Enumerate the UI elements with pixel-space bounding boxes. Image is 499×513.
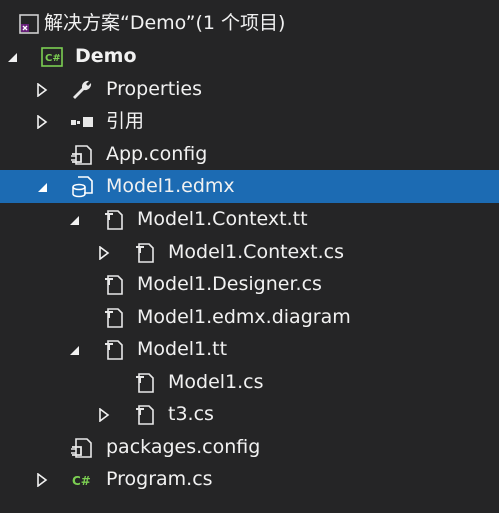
tree-item-label: 引用 [106,110,145,132]
config-file-icon [70,143,94,167]
template-file-icon [102,306,126,330]
expanded-arrow-icon[interactable] [66,342,82,358]
tree-item-model1-context-cs[interactable]: Model1.Context.cs [0,236,499,269]
edmx-file-icon [70,175,94,199]
tree-item-program-cs[interactable]: C# Program.cs [0,463,499,496]
tree-item-label: Model1.Designer.cs [137,273,322,295]
config-file-icon [70,436,94,460]
collapsed-arrow-icon[interactable] [34,114,50,130]
expanded-arrow-icon[interactable] [4,49,20,65]
tree-item-label: Program.cs [106,468,213,490]
tree-item-packages-config[interactable]: packages.config [0,431,499,464]
tree-item-label: Properties [106,78,203,100]
expanded-arrow-icon[interactable] [34,179,50,195]
tree-item-t3-cs[interactable]: t3.cs [0,398,499,431]
tree-item-label: Model1.edmx.diagram [137,306,351,328]
solution-explorer-tree: 解决方案“Demo”(1 个项目) C# Demo Properties 引用 … [0,0,499,513]
svg-text:C#: C# [45,53,61,64]
template-file-icon [133,241,157,265]
collapsed-arrow-icon[interactable] [34,472,50,488]
project-label: Demo [75,45,137,67]
tree-item-app-config[interactable]: App.config [0,138,499,171]
tree-item-label: Model1.Context.cs [168,241,344,263]
tree-item-label: Model1.tt [137,338,228,360]
tree-item-label: Model1.cs [168,371,264,393]
template-file-icon [133,371,157,395]
tree-item-model1-tt[interactable]: Model1.tt [0,333,499,366]
collapsed-arrow-icon[interactable] [96,245,112,261]
csharp-file-icon: C# [70,468,94,492]
tree-item-model1-cs[interactable]: Model1.cs [0,366,499,399]
tree-item-references[interactable]: 引用 [0,105,499,138]
svg-text:C#: C# [72,474,91,488]
tree-item-properties[interactable]: Properties [0,73,499,106]
csharp-project-icon: C# [40,45,64,69]
tree-item-model1-edmx-diagram[interactable]: Model1.edmx.diagram [0,301,499,334]
tree-item-model1-context-tt[interactable]: Model1.Context.tt [0,203,499,236]
references-icon [70,110,94,134]
template-file-icon [133,403,157,427]
tree-item-model1-edmx[interactable]: Model1.edmx [0,170,499,203]
project-row[interactable]: C# Demo [0,40,499,73]
tree-item-label: Model1.Context.tt [137,208,308,230]
tree-item-label: Model1.edmx [106,175,235,197]
tree-item-label: packages.config [106,436,261,458]
tree-item-model1-designer-cs[interactable]: Model1.Designer.cs [0,268,499,301]
solution-label: 解决方案“Demo”(1 个项目) [44,12,286,34]
tree-item-label: t3.cs [168,403,214,425]
template-file-icon [102,273,126,297]
solution-icon [17,12,41,36]
expanded-arrow-icon[interactable] [66,212,82,228]
solution-row[interactable]: 解决方案“Demo”(1 个项目) [0,7,499,40]
wrench-icon [70,78,94,102]
collapsed-arrow-icon[interactable] [34,82,50,98]
template-file-icon [102,338,126,362]
template-file-icon [102,208,126,232]
tree-item-label: App.config [106,143,208,165]
collapsed-arrow-icon[interactable] [96,407,112,423]
